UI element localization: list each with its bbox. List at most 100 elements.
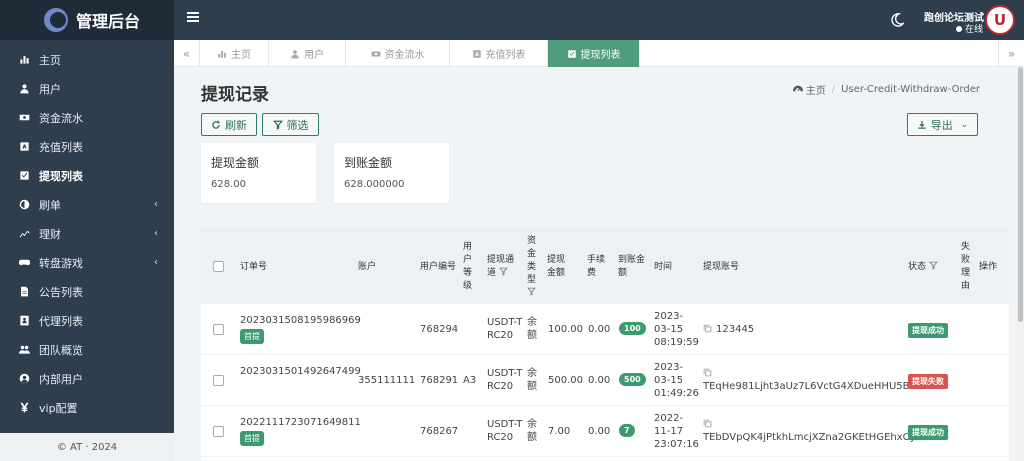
order-no: 2023031508195986969 <box>240 315 361 326</box>
sidebar-item-8[interactable]: 公告列表 <box>0 277 174 306</box>
sidebar-item-0[interactable]: 主页 <box>0 45 174 74</box>
bar-chart-icon <box>18 54 30 66</box>
filter-icon[interactable] <box>929 261 938 270</box>
chevron-left-icon: ‹ <box>154 228 158 239</box>
tab-4[interactable]: 提现列表 <box>548 40 640 67</box>
sidebar-item-3[interactable]: 充值列表 <box>0 132 174 161</box>
cell-withdraw-account: 123445 <box>703 323 903 336</box>
sidebar-item-label: vip配置 <box>39 401 78 415</box>
refresh-button[interactable]: 刷新 <box>201 113 257 136</box>
sidebar-item-12[interactable]: vip配置 <box>0 393 174 422</box>
copy-icon[interactable] <box>703 324 712 333</box>
sidebar-item-9[interactable]: 代理列表 <box>0 306 174 335</box>
stat-card-withdraw-amount: 提现金额 628.00 <box>201 143 316 203</box>
cell-user-id: 768267 <box>420 426 459 437</box>
yen-icon <box>18 402 30 414</box>
cell-fund-type: 余额 <box>527 317 537 341</box>
sidebar-item-5[interactable]: 刷单 ‹ <box>0 190 174 219</box>
th-withdraw-account: 提现账号 <box>703 262 740 272</box>
filter-icon <box>272 120 283 130</box>
th-time: 时间 <box>654 262 673 272</box>
tab-scroll-left-icon[interactable]: « <box>174 40 200 67</box>
cell-amount: 500.00 <box>548 375 583 386</box>
export-button[interactable]: 导出 ⌄ <box>907 113 978 136</box>
row-checkbox[interactable] <box>213 375 224 386</box>
tab-label: 资金流水 <box>384 50 425 61</box>
tabs: 主页 用户 资金流水 充值列表 提现列表 <box>200 40 640 67</box>
cell-fee: 0.00 <box>588 324 611 335</box>
table-row[interactable]: 2023031508195986969 首提 768294 USDT-TRC20 余额 1… <box>201 304 1009 355</box>
sidebar-item-2[interactable]: 资金流水 <box>0 103 174 132</box>
user-status: 在线 <box>956 22 983 35</box>
chevron-left-icon: ‹ <box>154 199 158 210</box>
users-icon <box>18 344 30 356</box>
top-bar: 跑创论坛测试 在线 U <box>174 0 1024 40</box>
sidebar-item-10[interactable]: 团队概览 <box>0 335 174 364</box>
dashboard-icon <box>792 85 803 91</box>
tab-0[interactable]: 主页 <box>200 40 269 67</box>
cell-user-id: 768291 <box>420 375 459 386</box>
copy-icon[interactable] <box>703 368 712 377</box>
page-title: 提现记录 <box>201 85 269 105</box>
sidebar-item-1[interactable]: 用户 <box>0 74 174 103</box>
sidebar-item-label: 转盘游戏 <box>39 256 83 270</box>
th-user-level: 用户等级 <box>463 242 473 291</box>
cell-fee: 0.00 <box>588 426 611 437</box>
menu-toggle-icon[interactable] <box>187 12 199 24</box>
avatar[interactable]: U <box>985 5 1015 35</box>
logo-bar[interactable]: 管理后台 <box>0 0 174 40</box>
check-square-icon <box>567 49 576 58</box>
cell-amount: 100.00 <box>548 324 583 335</box>
moon-icon[interactable] <box>890 13 904 27</box>
th-fee: 手续费 <box>587 255 606 278</box>
tab-scroll-right-icon[interactable]: » <box>998 40 1024 67</box>
cell-user-id: 768294 <box>420 324 459 335</box>
tab-1[interactable]: 用户 <box>269 40 346 67</box>
cell-channel: USDT-TRC20 <box>487 368 523 392</box>
page-scrollbar[interactable] <box>1017 67 1024 461</box>
breadcrumb-home[interactable]: 主页 <box>806 82 826 97</box>
cell-account: 355111111 <box>358 375 416 386</box>
sidebar-item-label: 资金流水 <box>39 111 83 125</box>
sidebar: 管理后台 主页 用户 资金流水 充值列表 提现列表 刷单 ‹ 理财 ‹ 转盘游戏 ‹ 公告列表 代理列表… <box>0 0 174 461</box>
sidebar-item-label: 主页 <box>39 53 61 67</box>
sidebar-item-11[interactable]: 内部用户 <box>0 364 174 393</box>
scrollbar-thumb[interactable] <box>1018 67 1023 322</box>
sidebar-item-label: 团队概览 <box>39 343 83 357</box>
sidebar-item-label: 代理列表 <box>39 314 83 328</box>
check-square-icon <box>18 170 30 182</box>
filter-icon[interactable] <box>527 287 536 296</box>
cell-channel: USDT-TRC20 <box>487 317 523 341</box>
bar-chart-icon <box>218 50 226 58</box>
th-status-label: 状态 <box>908 262 927 272</box>
row-checkbox[interactable] <box>213 426 224 437</box>
table-row[interactable]: 2023031501492647499 355111111 768291 A3 USDT… <box>201 355 1009 406</box>
status-badge: 提现成功 <box>908 425 948 440</box>
table-row[interactable]: 2022111723071649811 首提 768267 USDT-TRC20 余额 7… <box>201 406 1009 457</box>
status-badge: 提现成功 <box>908 323 948 338</box>
select-all-checkbox[interactable] <box>213 261 224 272</box>
copy-icon[interactable] <box>703 419 712 428</box>
sidebar-item-7[interactable]: 转盘游戏 ‹ <box>0 248 174 277</box>
tab-bar: « 主页 用户 资金流水 充值列表 提现列表 » <box>174 40 1024 67</box>
stat-label: 提现金额 <box>211 156 260 170</box>
sidebar-item-label: 提现列表 <box>39 169 83 183</box>
cell-user-level: A3 <box>463 375 477 386</box>
tab-2[interactable]: 资金流水 <box>346 40 450 67</box>
user-icon <box>291 49 299 58</box>
tab-3[interactable]: 充值列表 <box>450 40 548 67</box>
sidebar-item-6[interactable]: 理财 ‹ <box>0 219 174 248</box>
sidebar-item-label: 理财 <box>39 227 61 241</box>
sidebar-item-4[interactable]: 提现列表 <box>0 161 174 190</box>
sidebar-item-label: 充值列表 <box>39 140 83 154</box>
cell-time: 2022-11-17 23:07:16 <box>654 413 699 450</box>
filter-button[interactable]: 筛选 <box>262 113 319 136</box>
filter-icon[interactable] <box>499 267 508 276</box>
received-amount-badge: 7 <box>619 424 635 437</box>
tab-label: 充值列表 <box>485 50 526 61</box>
received-amount-badge: 500 <box>619 373 646 386</box>
received-amount-badge: 100 <box>619 322 646 335</box>
first-withdraw-badge: 首提 <box>240 329 264 344</box>
row-checkbox[interactable] <box>213 324 224 335</box>
app-title: 管理后台 <box>76 12 141 31</box>
